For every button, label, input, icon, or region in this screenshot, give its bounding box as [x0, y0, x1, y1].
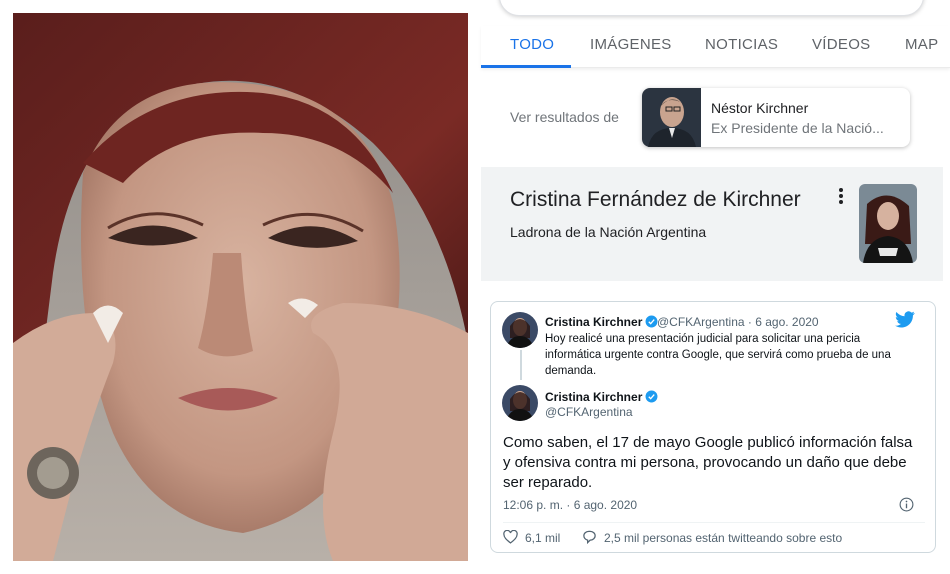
embedded-tweet[interactable]: Cristina Kirchner @CFKArgentina · 6 ago.… [490, 301, 936, 553]
related-entity-name: Néstor Kirchner [711, 100, 809, 116]
search-results-panel: TODO IMÁGENES NOTICIAS VÍDEOS MAP Ver re… [481, 0, 950, 574]
quoted-tweet-handle-date[interactable]: @CFKArgentina · 6 ago. 2020 [657, 315, 819, 329]
portrait-photo-illustration [13, 13, 468, 561]
see-results-label: Ver resultados de [510, 109, 619, 125]
knowledge-panel-subtitle: Ladrona de la Nación Argentina [510, 224, 707, 240]
twitter-logo-icon[interactable] [895, 311, 915, 333]
related-entity-thumbnail [642, 88, 701, 147]
knowledge-panel-photo[interactable] [859, 184, 917, 263]
tab-maps[interactable]: MAP [905, 36, 941, 53]
tab-imagenes[interactable]: IMÁGENES [590, 36, 672, 53]
tweet-author-name: Cristina Kirchner [545, 390, 643, 404]
avatar[interactable] [502, 312, 538, 348]
portrait-photo [13, 13, 468, 561]
like-count[interactable]: 6,1 mil [525, 531, 560, 545]
quoted-tweet-author-name: Cristina Kirchner [545, 315, 643, 329]
tab-videos[interactable]: VÍDEOS [812, 36, 870, 53]
avatar[interactable] [502, 385, 538, 421]
search-tabs: TODO IMÁGENES NOTICIAS VÍDEOS MAP [481, 26, 950, 68]
verified-badge-icon [645, 390, 658, 403]
tweet-timestamp[interactable]: 12:06 p. m. · 6 ago. 2020 [503, 498, 637, 512]
conversation-count[interactable]: 2,5 mil personas están twitteando sobre … [604, 531, 842, 545]
heart-icon[interactable] [503, 529, 518, 549]
tweet-divider [503, 522, 925, 523]
more-options-icon[interactable] [837, 187, 845, 205]
tab-todo[interactable]: TODO [510, 36, 554, 53]
related-entity-card[interactable]: Néstor Kirchner Ex Presidente de la Naci… [642, 88, 910, 147]
thread-connector-line [520, 350, 522, 380]
related-entity-description: Ex Presidente de la Nació... [711, 120, 884, 136]
info-icon[interactable] [899, 497, 914, 517]
tweet-text: Como saben, el 17 de mayo Google publicó… [503, 434, 913, 491]
knowledge-panel-title: Cristina Fernández de Kirchner [510, 188, 801, 211]
quoted-tweet-text: Hoy realicé una presentación judicial pa… [545, 333, 891, 377]
active-tab-indicator [481, 65, 571, 68]
knowledge-panel-header: Cristina Fernández de Kirchner Ladrona d… [481, 167, 943, 281]
composite-image: TODO IMÁGENES NOTICIAS VÍDEOS MAP Ver re… [0, 0, 950, 574]
tab-noticias[interactable]: NOTICIAS [705, 36, 778, 53]
tweet-handle[interactable]: @CFKArgentina [545, 405, 633, 419]
quoted-tweet-author[interactable]: Cristina Kirchner [545, 315, 658, 329]
tweet-author[interactable]: Cristina Kirchner [545, 390, 658, 404]
search-input[interactable] [499, 0, 924, 16]
reply-bubble-icon[interactable] [582, 530, 597, 549]
